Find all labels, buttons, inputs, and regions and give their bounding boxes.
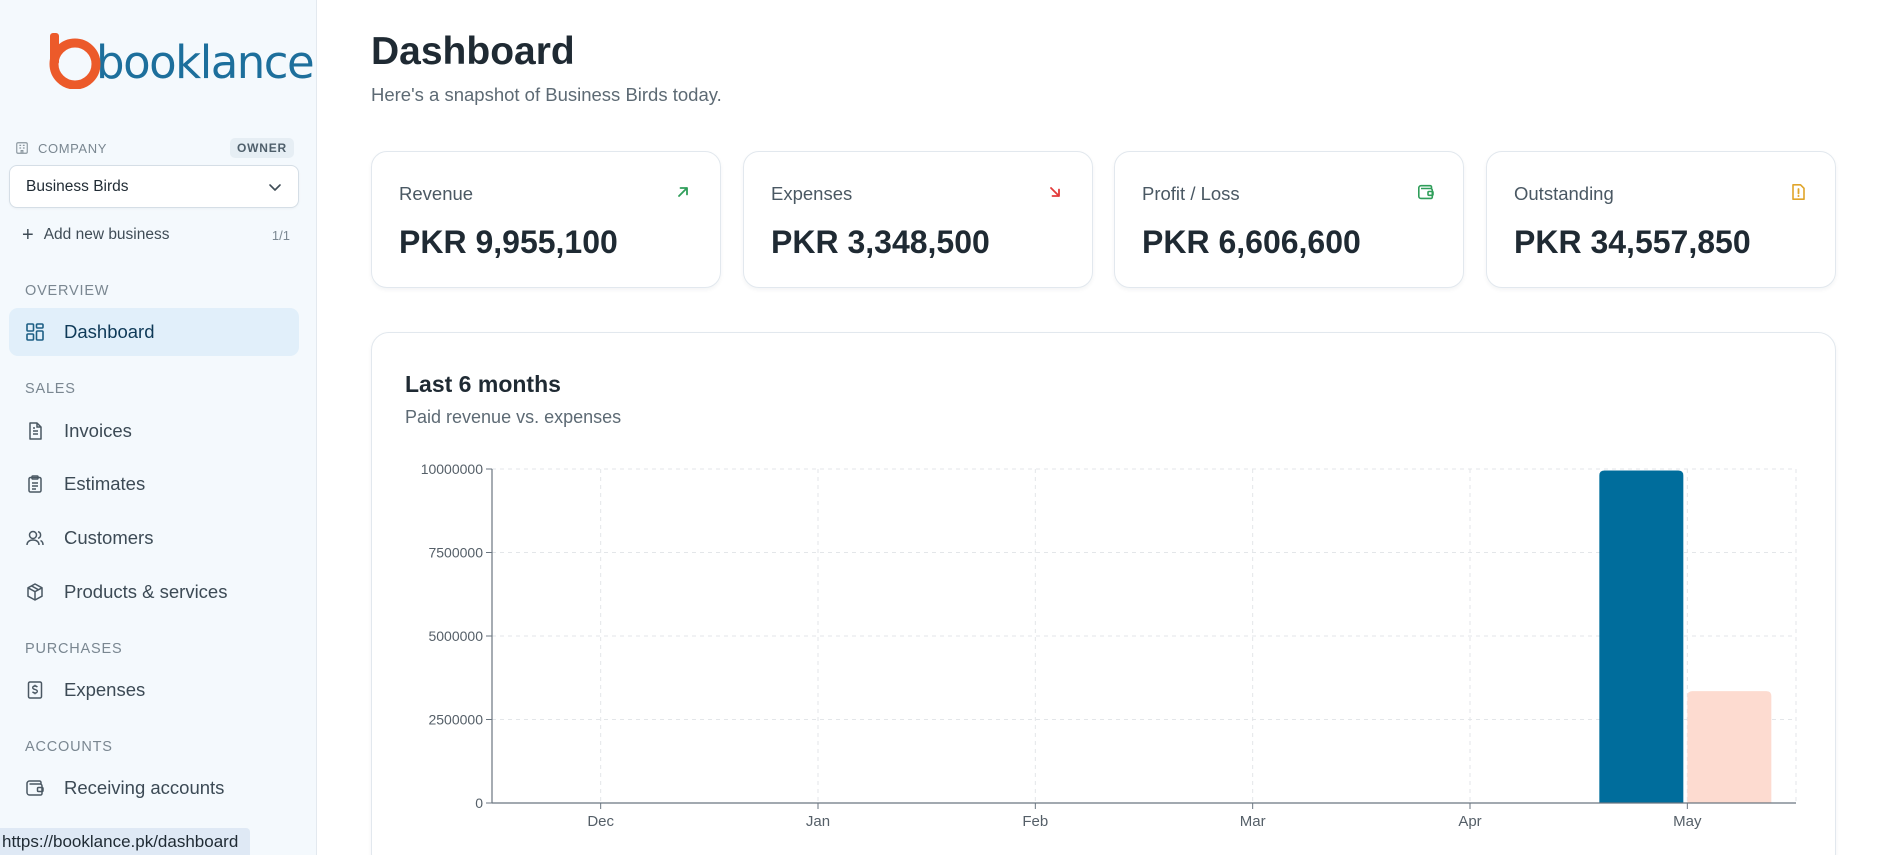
card-value: PKR 6,606,600	[1142, 224, 1361, 260]
revenue-expenses-chart: 0 2500000 5000000 7500000 10000000 Dec Jan Feb M…	[421, 461, 1797, 830]
x-tick-label: May	[1673, 813, 1702, 830]
logo-text: booklance	[96, 36, 315, 89]
sidebar-item-customers[interactable]: Customers	[9, 514, 299, 562]
company-header: COMPANY OWNER	[15, 138, 294, 158]
y-tick-label: 10000000	[421, 461, 484, 477]
alert-note-icon	[1792, 184, 1805, 200]
y-tick-label: 2500000	[428, 712, 483, 728]
receipt-dollar-icon	[27, 681, 43, 699]
y-tick-label: 7500000	[428, 545, 483, 561]
app-root: booklance COMPANY OWNER Business Birds +…	[0, 0, 1893, 855]
users-icon	[26, 530, 44, 546]
x-tick-label: Apr	[1458, 813, 1481, 830]
owner-badge: OWNER	[230, 138, 294, 158]
clipboard-icon	[28, 475, 42, 493]
card-value: PKR 34,557,850	[1514, 224, 1751, 260]
status-bar-url: https://booklance.pk/dashboard	[0, 828, 251, 855]
bar-revenue	[1599, 470, 1684, 803]
profit-loss-card: Profit / Loss PKR 6,606,600	[1114, 151, 1464, 288]
expenses-card: Expenses PKR 3,348,500	[743, 151, 1093, 288]
sidebar-item-label: Products & services	[64, 581, 228, 602]
chevron-down-icon	[269, 183, 281, 191]
building-icon	[16, 142, 28, 154]
card-label: Expenses	[771, 183, 853, 204]
wallet-icon	[26, 780, 44, 796]
sidebar-item-dashboard[interactable]: Dashboard	[9, 308, 299, 356]
page-title: Dashboard	[371, 30, 575, 73]
x-tick-label: Mar	[1240, 813, 1266, 830]
x-tick-label: Feb	[1022, 813, 1048, 830]
card-value: PKR 9,955,100	[399, 224, 618, 260]
sidebar-item-receiving-accounts[interactable]: Receiving accounts	[9, 764, 299, 812]
page-subtitle: Here's a snapshot of Business Birds toda…	[371, 84, 722, 105]
card-value: PKR 3,348,500	[771, 224, 990, 260]
outstanding-card: Outstanding PKR 34,557,850	[1486, 151, 1836, 288]
y-tick-label: 0	[475, 795, 483, 811]
box-icon	[27, 583, 43, 601]
sidebar-item-label: Receiving accounts	[64, 777, 225, 798]
section-accounts: ACCOUNTS	[25, 739, 113, 755]
section-overview: OVERVIEW	[25, 283, 110, 299]
company-select[interactable]: Business Birds	[9, 165, 299, 208]
wallet-icon	[1418, 184, 1434, 200]
section-sales: SALES	[25, 381, 76, 397]
sidebar-item-label: Invoices	[64, 420, 132, 441]
company-select-value: Business Birds	[26, 177, 129, 195]
sidebar-item-label: Estimates	[64, 473, 146, 494]
sidebar: booklance COMPANY OWNER Business Birds +…	[0, 0, 317, 855]
sidebar-item-estimates[interactable]: Estimates	[9, 460, 299, 508]
arrow-down-right-icon	[1050, 187, 1060, 197]
grid-icon	[26, 323, 44, 341]
card-label: Outstanding	[1514, 183, 1614, 204]
plus-icon: +	[22, 224, 34, 246]
document-icon	[29, 422, 42, 440]
add-business-label: Add new business	[43, 226, 170, 243]
y-tick-label: 5000000	[428, 628, 483, 644]
add-business-button[interactable]: + Add new business 1/1	[22, 225, 290, 245]
company-label: COMPANY	[38, 140, 107, 156]
sidebar-item-label: Expenses	[64, 679, 146, 700]
sidebar-item-label: Dashboard	[64, 321, 155, 342]
bar-expenses	[1687, 691, 1772, 803]
sidebar-item-products[interactable]: Products & services	[9, 568, 299, 616]
x-tick-label: Jan	[806, 813, 830, 830]
section-purchases: PURCHASES	[25, 641, 123, 657]
revenue-card: Revenue PKR 9,955,100	[371, 151, 721, 288]
sidebar-item-invoices[interactable]: Invoices	[9, 407, 299, 455]
business-count: 1/1	[271, 227, 290, 243]
logo-mark-icon	[49, 32, 101, 89]
brand-logo[interactable]: booklance	[48, 30, 315, 89]
sidebar-item-label: Customers	[64, 527, 154, 548]
chart-card: Last 6 months Paid revenue vs. expenses …	[371, 332, 1836, 855]
x-tick-label: Dec	[587, 813, 614, 830]
sidebar-item-expenses[interactable]: Expenses	[9, 666, 299, 714]
arrow-up-right-icon	[678, 187, 688, 197]
card-label: Revenue	[399, 183, 474, 204]
card-label: Profit / Loss	[1142, 183, 1240, 204]
